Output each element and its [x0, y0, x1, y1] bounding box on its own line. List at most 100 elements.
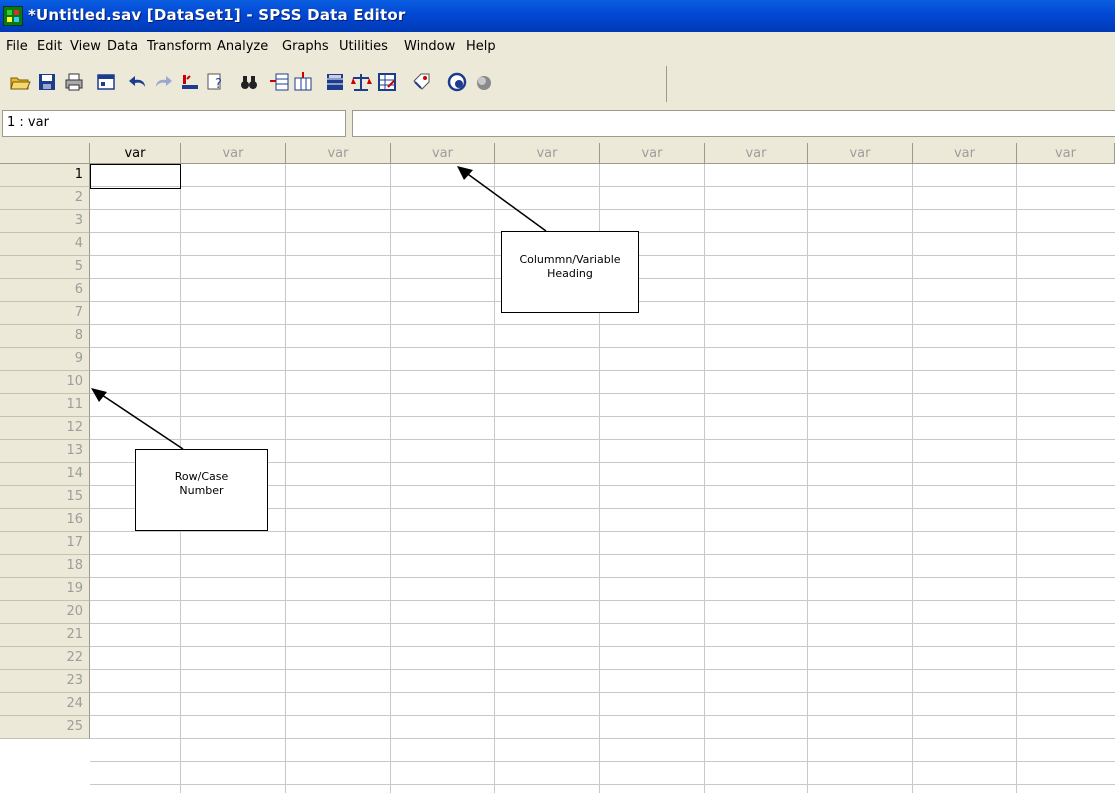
open-icon[interactable] [9, 71, 31, 93]
menu-help[interactable]: Help [466, 39, 496, 54]
menu-utilities[interactable]: Utilities [339, 39, 388, 54]
column-header-1[interactable]: var [90, 143, 181, 164]
print-icon[interactable] [63, 71, 85, 93]
row-header-23[interactable]: 23 [0, 670, 90, 693]
grid-line [90, 669, 1115, 670]
grid-line [90, 531, 1115, 532]
grid-line [90, 600, 1115, 601]
dialog-recall-icon[interactable] [95, 71, 117, 93]
column-header-7[interactable]: var [705, 143, 808, 164]
menu-data[interactable]: Data [107, 39, 138, 54]
insert-variable-icon[interactable] [292, 71, 314, 93]
grid-line [90, 646, 1115, 647]
redo-icon[interactable] [152, 71, 174, 93]
value-labels-icon[interactable] [410, 71, 432, 93]
grid-line [90, 784, 1115, 785]
row-header-25[interactable]: 25 [0, 716, 90, 739]
row-number-callout-line1: Row/Case [174, 470, 229, 483]
row-header-22[interactable]: 22 [0, 647, 90, 670]
menu-view[interactable]: View [70, 39, 101, 54]
row-header-17[interactable]: 17 [0, 532, 90, 555]
title-bar: *Untitled.sav [DataSet1] - SPSS Data Edi… [0, 0, 1115, 32]
column-header-2[interactable]: var [181, 143, 286, 164]
goto-case-icon[interactable]: ? [205, 71, 227, 93]
row-header-9[interactable]: 9 [0, 348, 90, 371]
row-header-12[interactable]: 12 [0, 417, 90, 440]
column-header-9[interactable]: var [913, 143, 1017, 164]
save-icon[interactable] [36, 71, 58, 93]
svg-text:?: ? [215, 77, 222, 92]
column-header-4[interactable]: var [391, 143, 495, 164]
undo-icon[interactable] [127, 71, 149, 93]
active-cell[interactable] [90, 164, 181, 189]
row-header-24[interactable]: 24 [0, 693, 90, 716]
menu-transform[interactable]: Transform [147, 39, 212, 54]
grid-line [90, 692, 1115, 693]
grid-line [90, 439, 1115, 440]
grid-line [704, 164, 705, 793]
row-header-10[interactable]: 10 [0, 371, 90, 394]
goto-chart-icon[interactable] [179, 71, 201, 93]
grid-line [90, 370, 1115, 371]
column-header-6[interactable]: var [600, 143, 705, 164]
menu-window[interactable]: Window [404, 39, 455, 54]
window-title: *Untitled.sav [DataSet1] - SPSS Data Edi… [28, 6, 406, 24]
row-header-5[interactable]: 5 [0, 256, 90, 279]
row-header-20[interactable]: 20 [0, 601, 90, 624]
row-header-14[interactable]: 14 [0, 463, 90, 486]
row-header-21[interactable]: 21 [0, 624, 90, 647]
row-header-11[interactable]: 11 [0, 394, 90, 417]
column-heading-callout-line2: Heading [547, 267, 593, 280]
use-sets-icon[interactable] [446, 71, 468, 93]
column-header-10[interactable]: var [1017, 143, 1115, 164]
grid-line [1016, 164, 1017, 793]
row-header-1[interactable]: 1 [0, 164, 90, 187]
column-heading-callout-line1: Colummn/Variable [519, 253, 621, 266]
row-header-8[interactable]: 8 [0, 325, 90, 348]
spss-app-icon[interactable] [3, 6, 23, 26]
select-cases-icon[interactable] [376, 71, 398, 93]
cell-value-input[interactable] [352, 110, 1115, 137]
split-file-icon[interactable] [324, 71, 346, 93]
column-header-5[interactable]: var [495, 143, 600, 164]
menu-bar: File Edit View Data Transform Analyze Gr… [0, 32, 1115, 63]
grid-corner[interactable] [0, 143, 90, 164]
cell-reference-box[interactable]: 1 : var [2, 110, 346, 137]
row-header-4[interactable]: 4 [0, 233, 90, 256]
row-header-18[interactable]: 18 [0, 555, 90, 578]
row-header-6[interactable]: 6 [0, 279, 90, 302]
row-number-callout-line2: Number [179, 484, 224, 497]
grid-line [90, 577, 1115, 578]
menu-analyze[interactable]: Analyze [217, 39, 268, 54]
grid-line [90, 715, 1115, 716]
find-icon[interactable] [238, 71, 260, 93]
toolbar: ? [0, 62, 1115, 107]
grid-line [90, 393, 1115, 394]
show-all-icon[interactable] [472, 71, 494, 93]
weight-cases-icon[interactable] [350, 71, 372, 93]
menu-file[interactable]: File [6, 39, 28, 54]
menu-edit[interactable]: Edit [37, 39, 62, 54]
row-header-3[interactable]: 3 [0, 210, 90, 233]
grid-line [90, 623, 1115, 624]
grid-line [90, 761, 1115, 762]
grid-line [90, 738, 1115, 739]
grid-line [285, 164, 286, 793]
grid-line [807, 164, 808, 793]
row-header-2[interactable]: 2 [0, 187, 90, 210]
row-header-13[interactable]: 13 [0, 440, 90, 463]
row-header-15[interactable]: 15 [0, 486, 90, 509]
insert-cases-icon[interactable] [268, 71, 290, 93]
grid-line [912, 164, 913, 793]
menu-graphs[interactable]: Graphs [282, 39, 329, 54]
column-header-3[interactable]: var [286, 143, 391, 164]
column-heading-callout: Colummn/Variable Heading [501, 231, 639, 313]
grid-line [90, 416, 1115, 417]
row-header-7[interactable]: 7 [0, 302, 90, 325]
column-header-8[interactable]: var [808, 143, 913, 164]
grid-line [90, 554, 1115, 555]
cell-editor-row: 1 : var [0, 106, 1115, 143]
grid-line [90, 324, 1115, 325]
row-header-19[interactable]: 19 [0, 578, 90, 601]
row-header-16[interactable]: 16 [0, 509, 90, 532]
